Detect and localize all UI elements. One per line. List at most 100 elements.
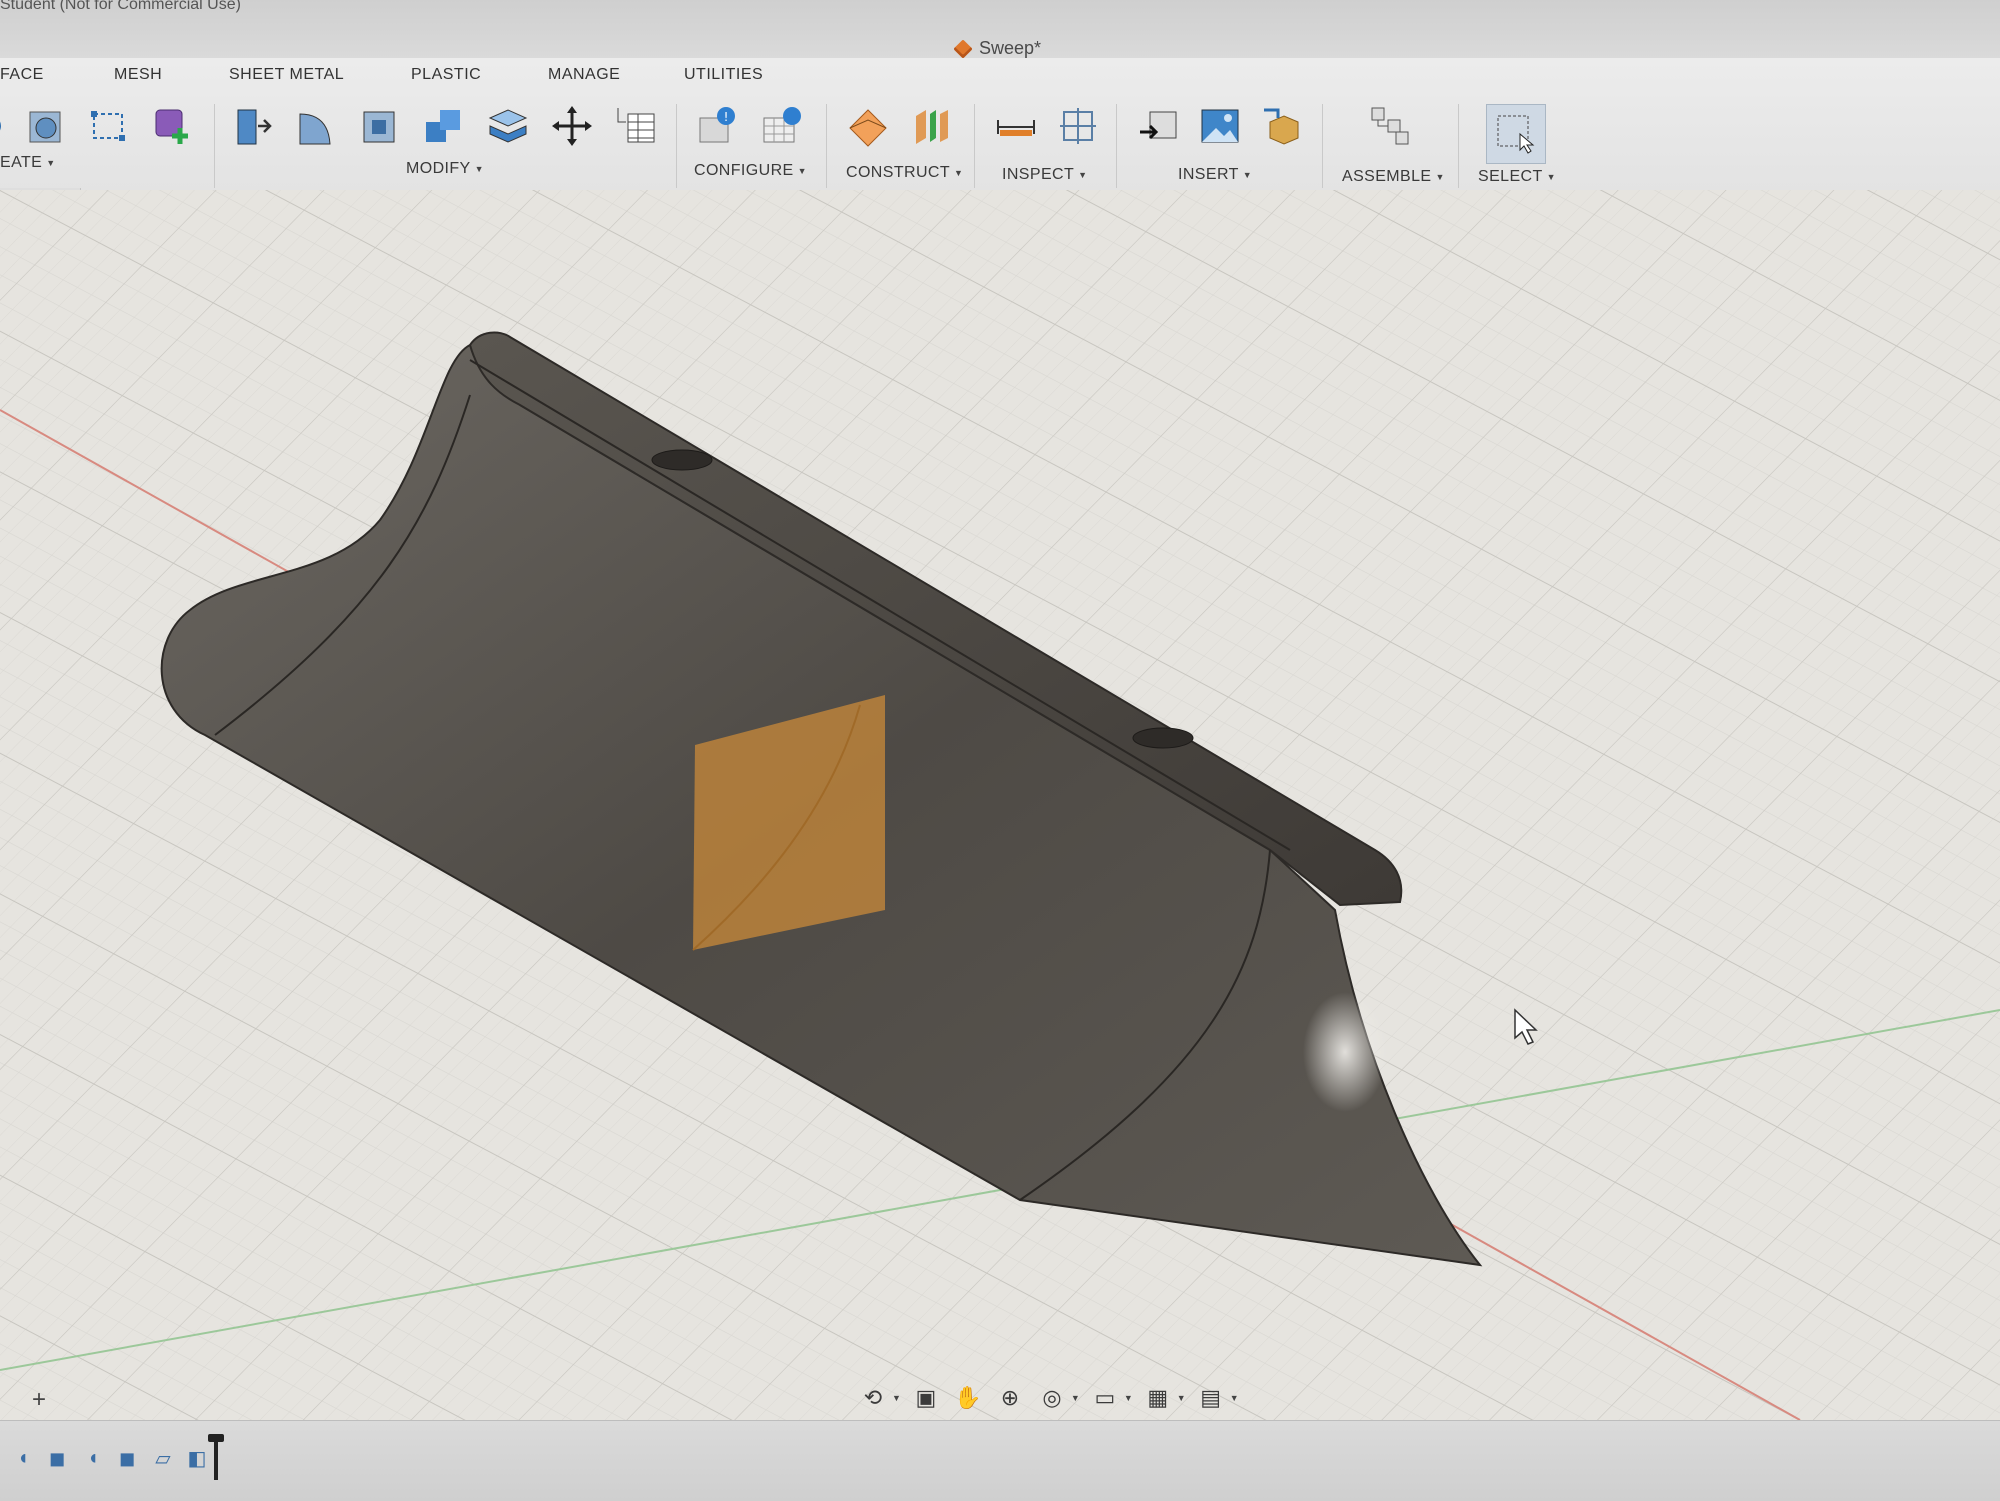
assemble-menu[interactable]: ASSEMBLE ▼ <box>1342 168 1445 186</box>
midplane-icon <box>916 110 948 144</box>
configure-label: CONFIGURE <box>694 162 794 179</box>
chevron-down-icon: ▼ <box>797 166 807 176</box>
offset-plane-tool[interactable] <box>846 104 890 148</box>
section-analysis-icon <box>1060 108 1096 144</box>
select-menu[interactable]: SELECT ▼ <box>1478 168 1556 186</box>
shell-icon <box>363 111 395 143</box>
combine-icon <box>426 110 460 142</box>
look-at-icon[interactable]: ▣ <box>909 1383 943 1413</box>
svg-text:!: ! <box>724 110 729 124</box>
timeline-bar <box>0 1420 2000 1501</box>
select-label: SELECT <box>1478 168 1543 185</box>
canvas-viewport[interactable] <box>0 190 2000 1420</box>
fit-icon[interactable]: ◎ <box>1035 1383 1069 1413</box>
document-tab[interactable]: Sweep* <box>953 38 1042 59</box>
modify-menu[interactable]: MODIFY ▼ <box>406 160 484 178</box>
separator <box>1458 104 1459 188</box>
chevron-down-icon[interactable]: ▼ <box>1124 1393 1133 1403</box>
chevron-down-icon: ▼ <box>1546 172 1556 182</box>
document-title: Sweep* <box>979 38 1042 58</box>
chevron-down-icon[interactable]: ▼ <box>1071 1393 1080 1403</box>
separator <box>214 104 215 188</box>
viewports-icon[interactable]: ▤ <box>1194 1383 1228 1413</box>
shell-tool[interactable] <box>358 104 402 148</box>
insert-part-icon <box>1264 108 1299 145</box>
plane-icon <box>849 109 887 147</box>
sketch-box-tool[interactable] <box>86 104 130 148</box>
timeline-extrude-icon[interactable]: ◼ <box>114 1444 140 1472</box>
configure-table-icon <box>763 107 801 143</box>
combine-tool[interactable] <box>422 104 466 148</box>
fillet-icon <box>299 113 331 145</box>
create-form-tool[interactable] <box>150 104 194 148</box>
measure-icon <box>997 120 1035 136</box>
create-label: EATE <box>0 154 43 171</box>
display-settings-icon[interactable]: ▭ <box>1088 1383 1122 1413</box>
revolve-icon <box>0 121 1 131</box>
timeline-sweep-icon[interactable]: ◧ <box>184 1444 210 1472</box>
configure-icon: ! <box>699 107 735 143</box>
move-icon <box>552 106 592 146</box>
insert-derive-tool[interactable] <box>1136 104 1180 148</box>
configure-tool-1[interactable]: ! <box>696 104 740 148</box>
move-copy-tool[interactable] <box>550 104 594 148</box>
chevron-down-icon: ▼ <box>954 168 964 178</box>
select-tool[interactable] <box>1486 104 1546 164</box>
chevron-down-icon: ▼ <box>46 158 56 168</box>
select-cursor-icon <box>1497 115 1535 154</box>
tab-mesh[interactable]: MESH <box>114 66 162 84</box>
chevron-down-icon[interactable]: ▼ <box>1177 1393 1186 1403</box>
orbit-icon[interactable]: ⟲ <box>856 1383 890 1413</box>
press-pull-tool[interactable] <box>230 104 274 148</box>
canvas-tool[interactable] <box>1198 104 1242 148</box>
fillet-tool[interactable] <box>294 104 338 148</box>
add-button[interactable]: + <box>32 1386 46 1414</box>
construct-menu[interactable]: CONSTRUCT ▼ <box>846 164 963 182</box>
timeline-sketch-icon[interactable]: ◖ <box>10 1444 36 1472</box>
component-icon <box>953 38 973 59</box>
configure-menu[interactable]: CONFIGURE ▼ <box>694 162 807 180</box>
timeline-marker[interactable] <box>208 1434 224 1480</box>
split-body-tool[interactable] <box>486 104 530 148</box>
assemble-label: ASSEMBLE <box>1342 168 1432 185</box>
timeline-plane-icon[interactable]: ▱ <box>150 1444 176 1472</box>
timeline-sketch-icon[interactable]: ◖ <box>80 1444 106 1472</box>
tab-sheet-metal[interactable]: SHEET METAL <box>229 66 344 84</box>
timeline-extrude-icon[interactable]: ◼ <box>44 1444 70 1472</box>
configure-tool-2[interactable] <box>760 104 804 148</box>
tab-surface[interactable]: FACE <box>0 66 44 84</box>
separator <box>676 104 677 188</box>
tab-manage[interactable]: MANAGE <box>548 66 620 84</box>
insert-menu[interactable]: INSERT ▼ <box>1178 166 1252 184</box>
inspect-menu[interactable]: INSPECT ▼ <box>1002 166 1087 184</box>
zoom-icon[interactable]: ⊕ <box>993 1383 1027 1413</box>
navigation-bar: ⟲ ▼ ▣ ✋ ⊕ ◎ ▼ ▭ ▼ ▦ ▼ ▤ ▼ <box>856 1382 1239 1414</box>
chevron-down-icon: ▼ <box>1435 172 1445 182</box>
assemble-icon <box>1371 107 1409 145</box>
app-title: Student (Not for Commercial Use) <box>0 0 241 13</box>
revolve-tool[interactable] <box>0 104 24 148</box>
measure-tool[interactable] <box>994 104 1038 148</box>
sketch-box-icon <box>91 111 125 141</box>
new-component-tool[interactable] <box>1368 104 1412 148</box>
change-parameters-tool[interactable] <box>614 104 658 148</box>
tab-plastic[interactable]: PLASTIC <box>411 66 481 84</box>
pan-icon[interactable]: ✋ <box>951 1383 985 1413</box>
chevron-down-icon[interactable]: ▼ <box>892 1393 901 1403</box>
sphere-tool[interactable] <box>24 104 68 148</box>
form-cube-icon <box>155 109 188 144</box>
insert-mcmaster-tool[interactable] <box>1260 104 1304 148</box>
grid-icon[interactable]: ▦ <box>1141 1383 1175 1413</box>
chevron-down-icon: ▼ <box>1078 170 1088 180</box>
midplane-tool[interactable] <box>910 104 954 148</box>
press-pull-icon <box>237 109 272 145</box>
box-sphere-icon <box>29 111 61 143</box>
create-menu[interactable]: EATE ▼ <box>0 154 56 172</box>
image-canvas-icon <box>1201 109 1239 143</box>
separator <box>1116 104 1117 188</box>
chevron-down-icon[interactable]: ▼ <box>1230 1393 1239 1403</box>
inspect-label: INSPECT <box>1002 166 1075 183</box>
construct-label: CONSTRUCT <box>846 164 951 181</box>
tab-utilities[interactable]: UTILITIES <box>684 66 763 84</box>
section-analysis-tool[interactable] <box>1056 104 1100 148</box>
